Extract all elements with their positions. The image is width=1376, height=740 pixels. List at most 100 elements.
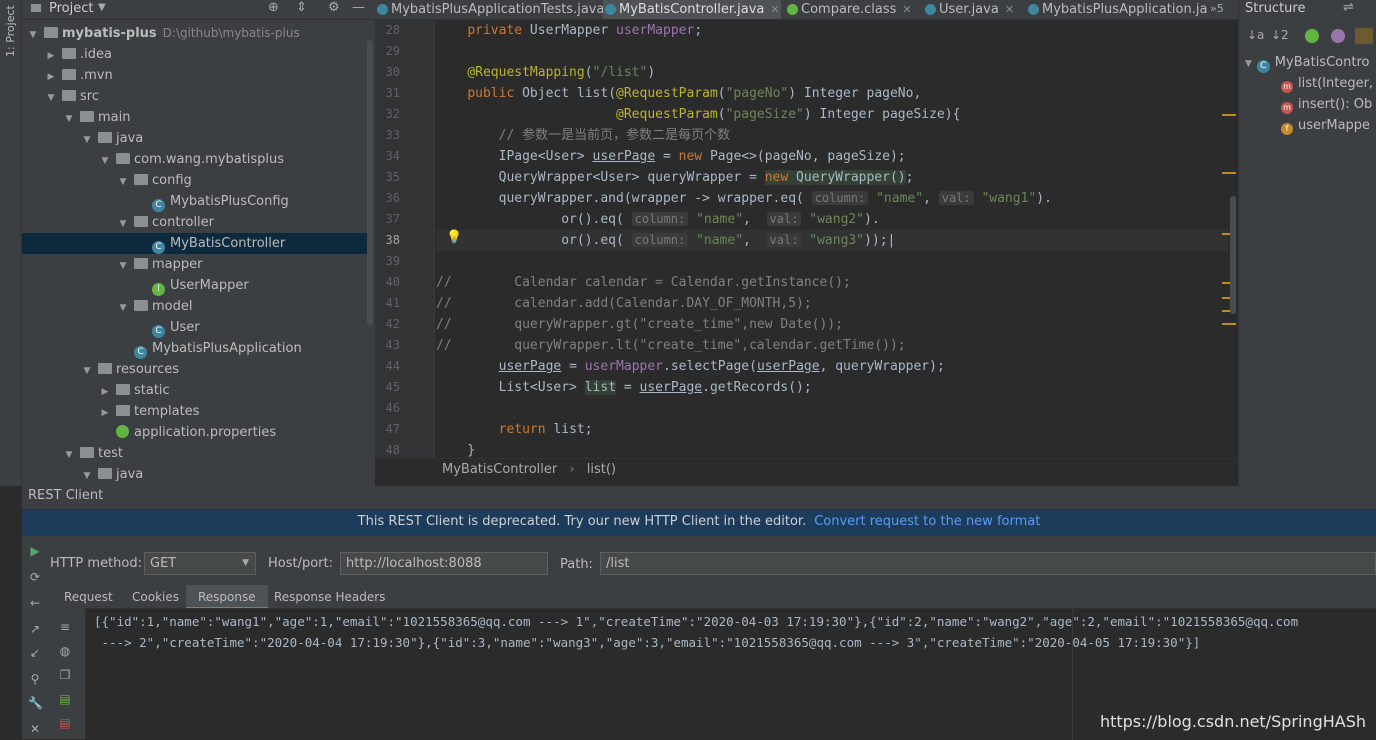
import-icon[interactable]: ↙ xyxy=(28,646,42,660)
expand-arrow-icon[interactable]: ▼ xyxy=(28,25,38,46)
close-icon[interactable]: ✕ xyxy=(28,722,42,736)
expand-arrow-icon[interactable]: ▼ xyxy=(64,445,74,466)
save-icon[interactable]: ▤ xyxy=(58,716,72,730)
expand-arrow-icon[interactable]: ▼ xyxy=(118,172,128,193)
class-icon: C xyxy=(152,241,165,254)
class-icon xyxy=(925,4,936,15)
tree-item[interactable]: ▼ test xyxy=(22,443,368,464)
expand-arrow-icon[interactable]: ▼ xyxy=(82,466,92,482)
chevron-down-icon[interactable]: ▼ xyxy=(98,2,106,13)
project-side-tab[interactable]: 1: Project xyxy=(4,2,17,57)
class-icon: C xyxy=(152,199,165,212)
lightbulb-icon[interactable]: 💡 xyxy=(446,230,462,245)
tree-item[interactable]: ▼ java xyxy=(22,464,368,482)
collapse-arrow-icon[interactable]: ▶ xyxy=(46,46,56,67)
tree-item[interactable]: ▶ static xyxy=(22,380,368,401)
back-icon[interactable]: ← xyxy=(28,596,42,610)
convert-link[interactable]: Convert request to the new format xyxy=(814,514,1040,529)
wrench-icon[interactable]: 🔧 xyxy=(28,696,43,710)
show-properties-icon[interactable] xyxy=(1331,29,1345,43)
collapse-arrow-icon[interactable]: ▶ xyxy=(46,67,56,88)
globe-icon[interactable]: ◍ xyxy=(58,644,72,658)
tree-item[interactable]: ▼ java xyxy=(22,128,368,149)
rest-tab[interactable]: Response Headers xyxy=(262,585,397,609)
http-method-select[interactable]: GET ▼ xyxy=(144,552,256,575)
expand-arrow-icon[interactable]: ▼ xyxy=(1245,59,1255,69)
structure-item[interactable]: m insert(): Ob xyxy=(1281,94,1372,115)
hide-icon[interactable]: — xyxy=(352,0,365,15)
copy-icon[interactable]: ❐ xyxy=(58,668,72,682)
tree-item[interactable]: application.properties xyxy=(22,422,368,443)
editor-tab[interactable]: MybatisPlusApplicationTests.java✕ xyxy=(375,0,620,19)
tree-item[interactable]: C MyBatisController xyxy=(22,233,368,254)
expand-arrow-icon[interactable]: ▼ xyxy=(118,256,128,277)
locate-icon[interactable]: ⊕ xyxy=(268,0,279,15)
expand-arrow-icon[interactable]: ▼ xyxy=(64,109,74,130)
tree-item[interactable]: C User xyxy=(22,317,368,338)
tree-item[interactable]: C MybatisPlusApplication xyxy=(22,338,368,359)
tree-item[interactable]: ▼ src xyxy=(22,86,368,107)
breadcrumb-class[interactable]: MyBatisController xyxy=(442,462,557,477)
project-panel-title[interactable]: Project xyxy=(49,1,93,16)
host-input[interactable]: http://localhost:8088 xyxy=(340,552,548,575)
code-editor[interactable]: private UserMapper userMapper; @RequestM… xyxy=(436,20,1228,458)
show-fields-toggle-icon[interactable] xyxy=(1355,28,1373,44)
expand-arrow-icon[interactable]: ▼ xyxy=(46,88,56,109)
close-icon[interactable]: ✕ xyxy=(1005,3,1014,16)
expand-arrow-icon[interactable]: ▼ xyxy=(118,214,128,235)
collapse-arrow-icon[interactable]: ▶ xyxy=(100,382,110,403)
tree-item[interactable]: ▼ com.wang.mybatisplus xyxy=(22,149,368,170)
expand-arrow-icon[interactable]: ▼ xyxy=(100,151,110,172)
tree-item[interactable]: ▶ .mvn xyxy=(22,65,368,86)
path-input[interactable]: /list xyxy=(600,552,1376,575)
tree-item[interactable]: ▼ resources xyxy=(22,359,368,380)
refresh-icon[interactable]: ⟳ xyxy=(28,570,42,584)
tree-item[interactable]: ▶ .idea xyxy=(22,44,368,65)
export-icon[interactable]: ↗ xyxy=(28,622,42,636)
run-icon[interactable]: ▶ xyxy=(28,544,42,558)
editor-tab[interactable]: User.java ✕ xyxy=(923,0,1022,19)
tree-item[interactable]: C MybatisPlusConfig xyxy=(22,191,368,212)
show-fields-icon[interactable] xyxy=(1305,29,1319,43)
tree-item[interactable]: I UserMapper xyxy=(22,275,368,296)
tree-item[interactable]: ▼ main xyxy=(22,107,368,128)
structure-item[interactable]: f userMappe xyxy=(1281,115,1370,136)
editor-scrollbar[interactable] xyxy=(1222,20,1238,458)
settings-icon[interactable]: ⇌ xyxy=(1343,0,1354,15)
tree-item[interactable]: ▼ mapper xyxy=(22,254,368,275)
left-tool-strip: 1: Project xyxy=(0,0,22,486)
editor-tab[interactable]: MybatisPlusApplication.ja xyxy=(1026,0,1207,19)
expand-arrow-icon[interactable]: ▼ xyxy=(82,130,92,151)
close-icon[interactable]: ✕ xyxy=(902,3,911,16)
settings-icon[interactable]: ⚲ xyxy=(28,672,42,686)
wrap-icon[interactable]: ≡ xyxy=(58,620,72,634)
editor-tab[interactable]: MyBatisController.java ✕ xyxy=(603,0,781,19)
structure-item[interactable]: ▼ C MyBatisContro xyxy=(1245,52,1369,73)
structure-item[interactable]: m list(Integer, xyxy=(1281,73,1373,94)
expand-arrow-icon[interactable]: ▼ xyxy=(82,361,92,382)
sort-visibility-icon[interactable]: ↓2 xyxy=(1271,28,1289,42)
rest-tab[interactable]: Cookies xyxy=(120,585,191,609)
line-number: 43 xyxy=(385,338,400,352)
tree-item[interactable]: ▶ templates xyxy=(22,401,368,422)
tree-item[interactable]: ▼ mybatis-plus D:\github\mybatis-plus xyxy=(22,23,368,44)
close-icon[interactable]: ✕ xyxy=(770,3,779,16)
tree-item[interactable]: ▼ controller xyxy=(22,212,368,233)
rest-tab[interactable]: Response xyxy=(186,585,268,609)
collapse-arrow-icon[interactable]: ▶ xyxy=(100,403,110,424)
expand-arrow-icon[interactable]: ▼ xyxy=(118,298,128,319)
sort-alpha-icon[interactable]: ↓a xyxy=(1247,28,1264,42)
code-line: @RequestMapping("/list") xyxy=(467,65,656,80)
tree-item[interactable]: ▼ model xyxy=(22,296,368,317)
format-icon[interactable]: ▤ xyxy=(58,692,72,706)
gear-icon[interactable]: ⚙ xyxy=(328,0,340,15)
tree-item[interactable]: ▼ config xyxy=(22,170,368,191)
tree-item-label: mybatis-plus xyxy=(62,26,157,41)
tabs-overflow[interactable]: »5 xyxy=(1210,2,1224,15)
response-body[interactable]: [{"id":1,"name":"wang1","age":1,"email":… xyxy=(86,608,1376,740)
collapse-icon[interactable]: ⇕ xyxy=(296,0,307,15)
rest-tab[interactable]: Request xyxy=(52,585,125,609)
breadcrumb-method[interactable]: list() xyxy=(587,462,616,477)
editor-tab[interactable]: Compare.class ✕ xyxy=(785,0,919,19)
